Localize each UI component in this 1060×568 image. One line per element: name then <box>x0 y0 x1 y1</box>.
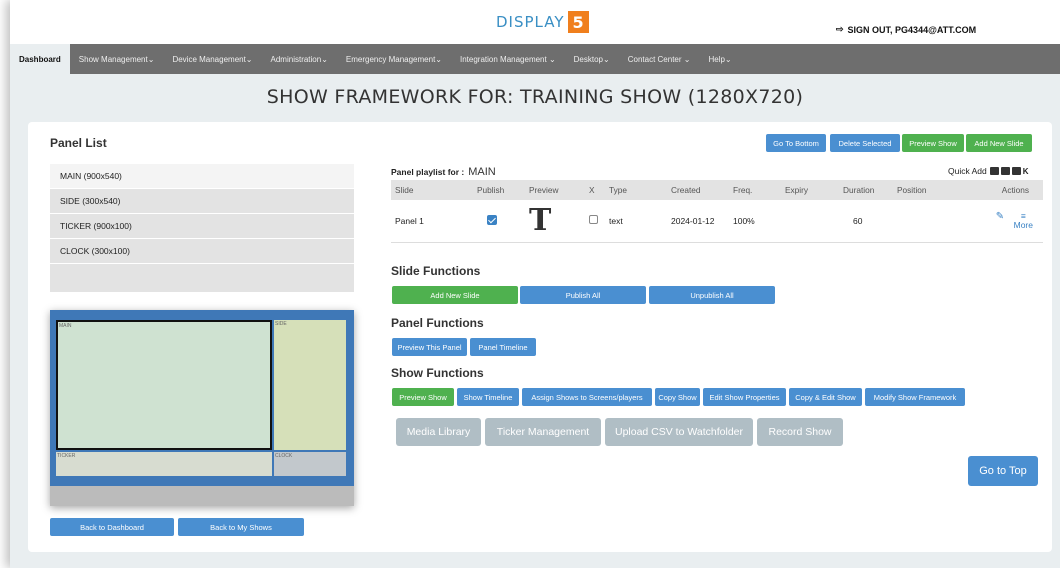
nav-device-management[interactable]: Device Management⌄ <box>163 44 261 74</box>
go-to-top-button[interactable]: Go to Top <box>968 456 1038 486</box>
zone-ticker[interactable]: TICKER <box>56 452 272 476</box>
zone-main[interactable]: MAIN <box>56 320 272 450</box>
col-x: X <box>585 180 605 200</box>
zone-clock[interactable]: CLOCK <box>274 452 346 476</box>
add-new-slide-button-2[interactable]: Add New Slide <box>392 286 518 304</box>
panel-item-ticker[interactable]: TICKER (900x100) <box>50 214 354 239</box>
col-position: Position <box>893 180 963 200</box>
sign-out-link[interactable]: ⇨ SIGN OUT, PG4344@ATT.COM <box>836 24 976 35</box>
slide-expiry <box>781 200 839 243</box>
sign-out-label: SIGN OUT, PG4344@ATT.COM <box>847 24 977 35</box>
copy-show-button[interactable]: Copy Show <box>655 388 700 406</box>
app-frame: DISPLAY 5 ⇨ SIGN OUT, PG4344@ATT.COM Das… <box>10 0 1060 568</box>
select-checkbox[interactable] <box>589 215 598 225</box>
col-expiry: Expiry <box>781 180 839 200</box>
more-label: More <box>1013 220 1033 231</box>
quick-add: Quick Add K <box>948 166 1029 176</box>
nav-desktop[interactable]: Desktop⌄ <box>565 44 619 74</box>
publish-checkbox[interactable] <box>487 214 497 225</box>
logo[interactable]: DISPLAY 5 <box>496 9 589 35</box>
panel-item-main[interactable]: MAIN (900x540) <box>50 164 354 189</box>
text-slide-icon[interactable] <box>1011 167 1021 175</box>
nav-emergency-management[interactable]: Emergency Management⌄ <box>337 44 451 74</box>
edit-show-properties-button[interactable]: Edit Show Properties <box>703 388 786 406</box>
layout-preview: MAIN SIDE TICKER CLOCK <box>50 310 354 486</box>
slides-table-header: Slide Publish Preview X Type Created Fre… <box>391 180 1043 200</box>
page-title: SHOW FRAMEWORK FOR: TRAINING SHOW (1280X… <box>266 86 804 108</box>
col-preview: Preview <box>525 180 585 200</box>
panel-timeline-button[interactable]: Panel Timeline <box>470 338 536 356</box>
nav-integration-management[interactable]: Integration Management ⌄ <box>451 44 565 74</box>
nav-administration[interactable]: Administration⌄ <box>262 44 337 74</box>
sign-out-icon: ⇨ <box>836 24 844 34</box>
top-header: DISPLAY 5 ⇨ SIGN OUT, PG4344@ATT.COM <box>10 0 1060 44</box>
unpublish-all-button[interactable]: Unpublish All <box>649 286 775 304</box>
main-nav: Dashboard Show Management⌄ Device Manage… <box>10 44 1060 74</box>
slide-functions-title: Slide Functions <box>391 264 481 278</box>
table-row: Panel 1 T text 2024-01-12 100% 60 ✎ ≡ Mo… <box>391 200 1043 243</box>
slides-table: Slide Publish Preview X Type Created Fre… <box>391 180 1043 243</box>
preview-show-button[interactable]: Preview Show <box>902 134 964 152</box>
nav-help[interactable]: Help⌄ <box>699 44 740 74</box>
slide-freq: 100% <box>729 200 781 243</box>
edit-icon[interactable]: ✎ <box>996 211 1004 222</box>
col-duration: Duration <box>839 180 893 200</box>
col-actions: Actions <box>963 180 1043 200</box>
slide-name[interactable]: Panel 1 <box>391 200 473 243</box>
col-type: Type <box>605 180 667 200</box>
add-new-slide-button[interactable]: Add New Slide <box>966 134 1032 152</box>
media-library-button[interactable]: Media Library <box>396 418 481 446</box>
slide-position <box>893 200 963 243</box>
nav-show-management[interactable]: Show Management⌄ <box>70 44 164 74</box>
panel-functions-title: Panel Functions <box>391 316 484 330</box>
preview-show-button-2[interactable]: Preview Show <box>392 388 454 406</box>
ticker-management-button[interactable]: Ticker Management <box>485 418 601 446</box>
panel-item-clock[interactable]: CLOCK (300x100) <box>50 239 354 264</box>
upload-csv-button[interactable]: Upload CSV to Watchfolder <box>605 418 753 446</box>
col-slide: Slide <box>391 180 473 200</box>
zone-side[interactable]: SIDE <box>274 320 346 450</box>
text-slide-preview[interactable]: T <box>529 203 551 238</box>
modify-show-framework-button[interactable]: Modify Show Framework <box>865 388 965 406</box>
video-icon[interactable] <box>1000 167 1010 175</box>
col-publish: Publish <box>473 180 525 200</box>
framework-card: Panel List MAIN (900x540) SIDE (300x540)… <box>28 122 1052 552</box>
record-show-button[interactable]: Record Show <box>757 418 843 446</box>
go-to-bottom-button[interactable]: Go To Bottom <box>766 134 826 152</box>
slide-duration: 60 <box>839 200 893 243</box>
panel-list: MAIN (900x540) SIDE (300x540) TICKER (90… <box>50 164 354 292</box>
k-icon[interactable]: K <box>1023 167 1029 176</box>
delete-selected-button[interactable]: Delete Selected <box>830 134 900 152</box>
preview-this-panel-button[interactable]: Preview This Panel <box>392 338 467 356</box>
back-to-my-shows-button[interactable]: Back to My Shows <box>178 518 304 536</box>
playlist-panel-name: MAIN <box>468 166 496 178</box>
assign-shows-button[interactable]: Assign Shows to Screens/players <box>522 388 652 406</box>
more-menu[interactable]: ≡ More <box>1013 211 1033 231</box>
image-icon[interactable] <box>989 167 999 175</box>
playlist-header: Panel playlist for : MAIN <box>391 166 496 178</box>
col-created: Created <box>667 180 729 200</box>
show-timeline-button[interactable]: Show Timeline <box>457 388 519 406</box>
playlist-label: Panel playlist for : <box>391 167 465 177</box>
quick-add-label: Quick Add <box>948 166 987 176</box>
nav-dashboard[interactable]: Dashboard <box>10 44 70 74</box>
copy-edit-show-button[interactable]: Copy & Edit Show <box>789 388 862 406</box>
col-freq: Freq. <box>729 180 781 200</box>
panel-list-title: Panel List <box>50 136 107 150</box>
publish-all-button[interactable]: Publish All <box>520 286 646 304</box>
slide-created: 2024-01-12 <box>667 200 729 243</box>
nav-contact-center[interactable]: Contact Center ⌄ <box>619 44 700 74</box>
logo-text: DISPLAY <box>496 13 565 31</box>
show-functions-title: Show Functions <box>391 366 484 380</box>
back-to-dashboard-button[interactable]: Back to Dashboard <box>50 518 174 536</box>
logo-mark: 5 <box>567 11 589 33</box>
slide-type: text <box>605 200 667 243</box>
panel-item-side[interactable]: SIDE (300x540) <box>50 189 354 214</box>
